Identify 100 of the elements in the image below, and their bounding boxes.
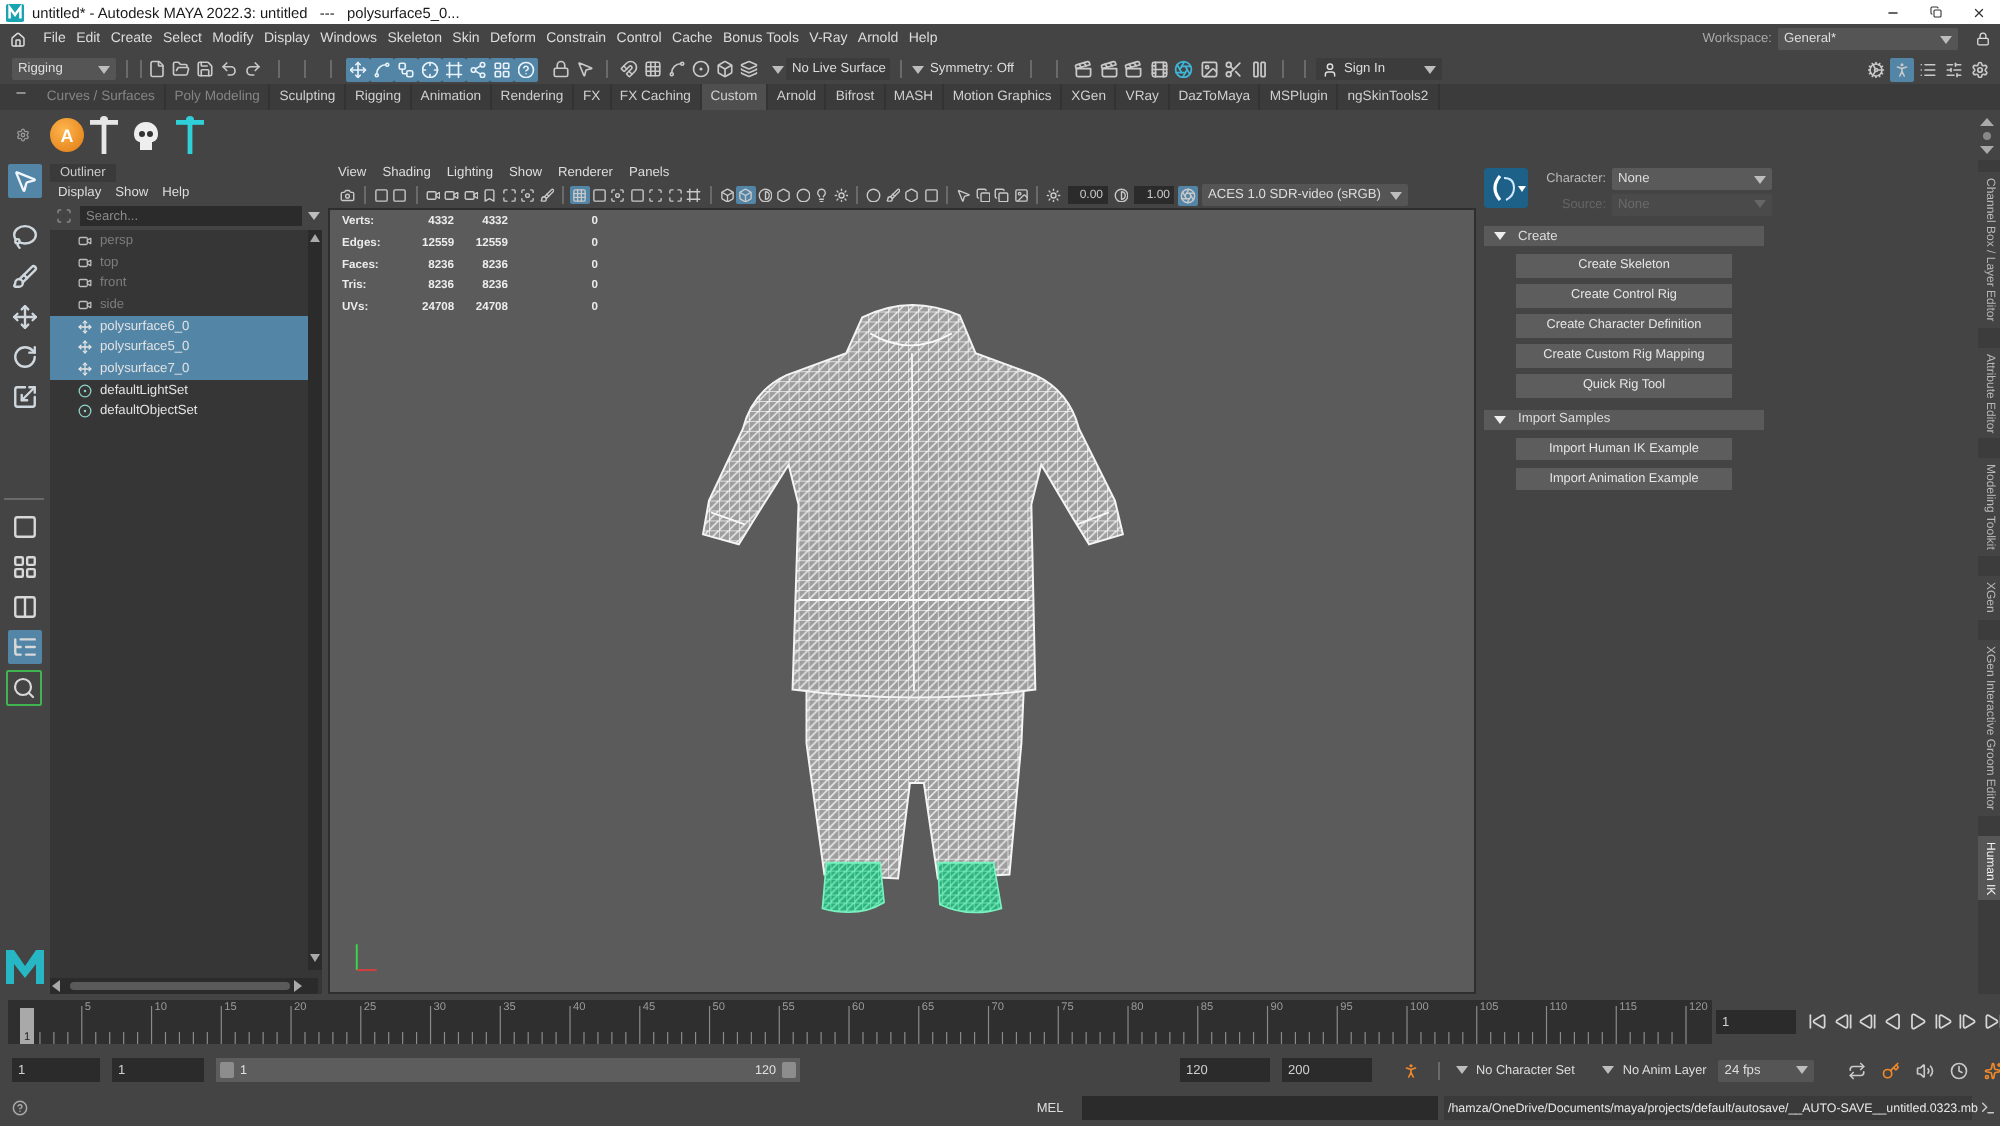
file-icon[interactable]	[146, 58, 168, 80]
camera-icon[interactable]	[76, 231, 94, 250]
caret-icon[interactable]	[1796, 1066, 1809, 1074]
settings-icon[interactable]	[14, 126, 32, 144]
clapperboard-icon[interactable]	[1072, 57, 1096, 81]
sun-icon[interactable]	[1044, 185, 1063, 205]
nodes-icon[interactable]	[466, 57, 490, 81]
vertical-scrollbar[interactable]	[308, 230, 322, 970]
shelf-scroll-icon[interactable]	[1980, 117, 1994, 153]
caret-icon[interactable]	[1494, 232, 1506, 240]
expand-icon[interactable]	[499, 185, 518, 205]
point-icon[interactable]	[690, 58, 712, 80]
caret-icon[interactable]	[912, 65, 924, 73]
frame-icon[interactable]	[442, 57, 466, 81]
curve-icon[interactable]	[666, 58, 688, 80]
grid-icon[interactable]	[490, 57, 514, 81]
slider-handle[interactable]	[782, 1062, 796, 1078]
sparkles-icon[interactable]	[1982, 1059, 2000, 1081]
square-icon[interactable]	[921, 185, 940, 205]
curve-icon[interactable]	[370, 57, 394, 81]
tree-layout-icon[interactable]	[7, 630, 41, 664]
slider-handle[interactable]	[220, 1062, 234, 1078]
select-tool-icon[interactable]	[7, 164, 41, 198]
scan-icon[interactable]	[646, 185, 665, 205]
clock-icon[interactable]	[1948, 1059, 1971, 1081]
panel-logo-icon[interactable]	[1484, 168, 1528, 208]
flow-icon[interactable]	[394, 57, 418, 81]
half-circle-icon[interactable]	[755, 185, 774, 205]
step-back-icon[interactable]	[1856, 1010, 1879, 1034]
clapperboard-icon[interactable]	[1097, 57, 1121, 81]
focus-icon[interactable]	[518, 185, 537, 205]
play-backward-icon[interactable]	[1881, 1010, 1904, 1034]
caret-icon[interactable]	[1424, 65, 1437, 73]
pointer-icon[interactable]	[954, 185, 973, 205]
redo-icon[interactable]	[242, 58, 264, 80]
caret-icon[interactable]	[1602, 1066, 1615, 1074]
skip-forward-icon[interactable]	[1981, 1010, 2000, 1034]
help-icon[interactable]	[10, 1098, 30, 1118]
square-icon[interactable]	[627, 185, 646, 205]
command-field[interactable]	[1082, 1096, 1438, 1120]
figure-icon[interactable]	[1400, 1059, 1422, 1081]
t-shape-icon[interactable]	[176, 116, 204, 154]
arrows-icon[interactable]	[346, 57, 370, 81]
square-icon[interactable]	[589, 185, 608, 205]
crosshair-icon[interactable]	[418, 57, 442, 81]
pause-icon[interactable]	[1247, 57, 1271, 81]
aperture-icon[interactable]	[1178, 185, 1198, 205]
hexagon-icon[interactable]	[902, 185, 921, 205]
save-icon[interactable]	[194, 58, 216, 80]
video-camera-icon[interactable]	[442, 185, 461, 205]
pointer-icon[interactable]	[574, 58, 596, 80]
folder-icon[interactable]	[170, 58, 192, 80]
clapperboard-icon[interactable]	[1122, 57, 1146, 81]
caret-icon[interactable]	[1754, 175, 1766, 183]
t-shape-icon[interactable]	[90, 116, 118, 154]
hexagon-icon[interactable]	[774, 185, 793, 205]
circle-icon[interactable]	[864, 185, 883, 205]
caret-icon[interactable]	[1940, 35, 1952, 43]
loop-icon[interactable]	[1846, 1059, 1869, 1081]
square-icon[interactable]	[371, 185, 390, 205]
question-icon[interactable]	[514, 57, 538, 81]
brush-icon[interactable]	[7, 260, 41, 294]
sliders-icon[interactable]	[1942, 57, 1966, 81]
restore-icon[interactable]	[1928, 4, 1944, 20]
camera-icon[interactable]	[76, 295, 94, 314]
copy-icon[interactable]	[973, 185, 992, 205]
video-camera-icon[interactable]	[423, 185, 442, 205]
copy-icon[interactable]	[992, 185, 1011, 205]
undo-icon[interactable]	[218, 58, 240, 80]
caret-icon[interactable]	[1390, 191, 1402, 199]
frame-icon[interactable]	[684, 185, 703, 205]
caret-icon[interactable]	[98, 65, 110, 73]
step-forward-icon[interactable]	[1956, 1010, 1979, 1034]
camera-icon[interactable]	[76, 274, 94, 293]
cube-icon[interactable]	[736, 185, 755, 205]
brush-icon[interactable]	[537, 185, 556, 205]
home-icon[interactable]	[8, 29, 28, 49]
lock-icon[interactable]	[1974, 30, 1992, 48]
caret-icon[interactable]	[772, 65, 784, 73]
lock-icon[interactable]	[550, 58, 572, 80]
circle-icon[interactable]	[793, 185, 812, 205]
caret-icon[interactable]	[1494, 415, 1506, 423]
camera-icon[interactable]	[338, 185, 357, 205]
layers-icon[interactable]	[738, 58, 760, 80]
focus-icon[interactable]	[608, 185, 627, 205]
square-icon[interactable]	[390, 185, 409, 205]
horizontal-scrollbar[interactable]	[50, 978, 318, 994]
caret-icon[interactable]	[1456, 1066, 1468, 1074]
skip-back-icon[interactable]	[1806, 1010, 1829, 1034]
terminal-icon[interactable]	[1978, 1098, 1998, 1118]
grid-icon[interactable]	[570, 185, 589, 205]
play-icon[interactable]	[1906, 1010, 1929, 1034]
settings-icon[interactable]	[1968, 57, 1992, 81]
sun-icon[interactable]	[831, 185, 850, 205]
expand-icon[interactable]	[665, 185, 684, 205]
search-icon[interactable]	[6, 670, 42, 706]
lightbulb-icon[interactable]	[812, 185, 831, 205]
speaker-icon[interactable]	[1914, 1059, 1937, 1081]
step-back-icon[interactable]	[1831, 1010, 1854, 1034]
cube-icon[interactable]	[717, 185, 736, 205]
